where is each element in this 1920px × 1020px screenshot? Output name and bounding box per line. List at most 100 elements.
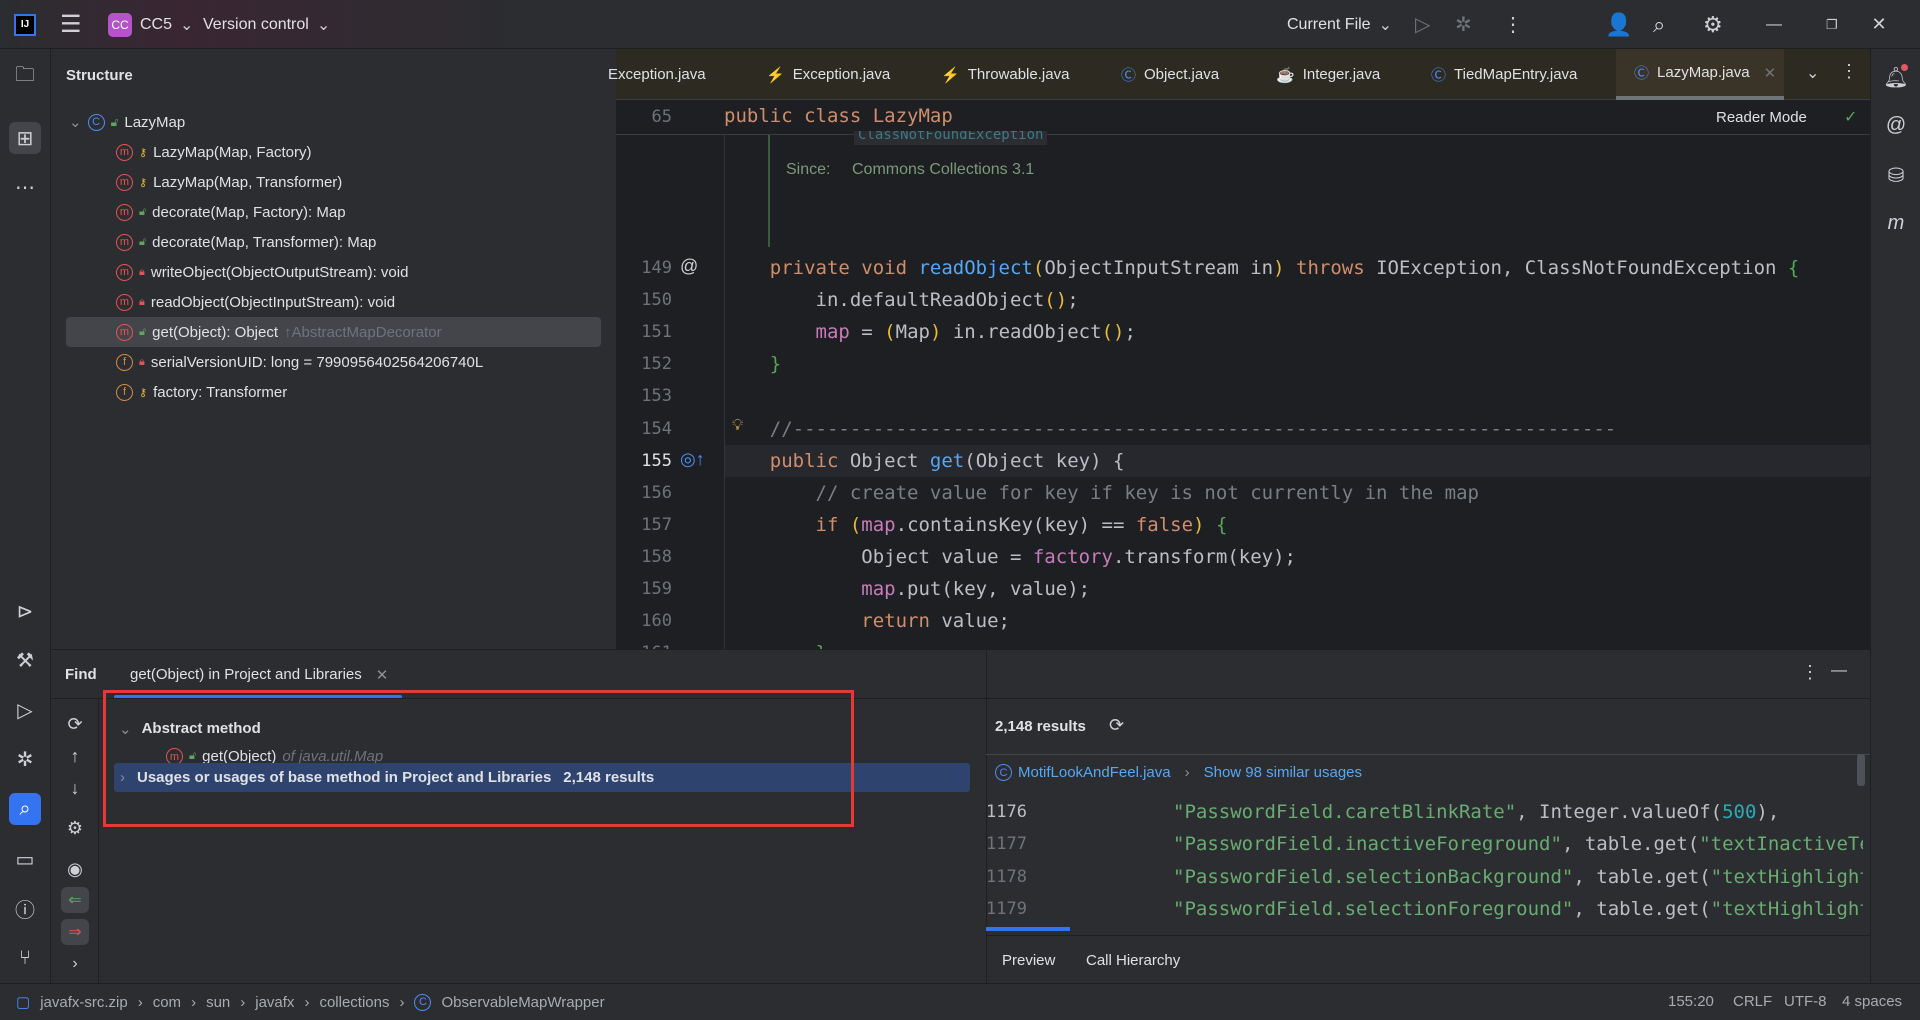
minimize-icon[interactable]: — bbox=[1831, 662, 1847, 680]
structure-icon[interactable]: ⊞ bbox=[9, 122, 41, 154]
structure-item[interactable]: m 🔓︎ get(Object): Object ↑AbstractMapDecora… bbox=[66, 317, 601, 347]
main-menu-icon[interactable]: ☰ bbox=[60, 0, 82, 49]
project-badge: CC bbox=[108, 12, 132, 37]
breadcrumb-item[interactable]: com bbox=[153, 994, 181, 1011]
tab-preview[interactable]: Preview bbox=[1002, 952, 1055, 969]
chevron-down-icon: ⌄ bbox=[316, 16, 331, 34]
vertical-scrollbar[interactable] bbox=[1857, 754, 1865, 786]
tab-integer-java[interactable]: ☕ Integer.java bbox=[1276, 49, 1380, 100]
vcs-label: Version control bbox=[203, 15, 309, 33]
code-line[interactable]: in.defaultReadObject(); bbox=[724, 284, 1079, 316]
reader-mode-button[interactable]: Reader Mode bbox=[1716, 109, 1807, 126]
code-line[interactable]: } bbox=[724, 348, 781, 380]
tabs-dropdown-icon[interactable]: ⌄ bbox=[1806, 63, 1819, 83]
file-name[interactable]: MotifLookAndFeel.java bbox=[1018, 764, 1171, 781]
run-icon[interactable]: ▷ bbox=[9, 694, 41, 726]
more-icon[interactable]: ⋮ bbox=[1801, 662, 1819, 683]
similar-usages-link[interactable]: Show 98 similar usages bbox=[1204, 764, 1362, 781]
notifications-icon[interactable]: 🔔︎ bbox=[1880, 61, 1912, 93]
services-icon[interactable]: ⊳ bbox=[9, 595, 41, 627]
previous-icon[interactable]: ↑ bbox=[59, 740, 91, 772]
structure-item[interactable]: m ⚷ LazyMap(Map, Transformer) bbox=[51, 167, 342, 197]
settings-icon[interactable]: ⚙ bbox=[59, 812, 91, 844]
tab-lazymap-java[interactable]: Ⓒ LazyMap.java ✕ bbox=[1616, 49, 1784, 100]
refresh-icon[interactable]: ⟳ bbox=[1109, 715, 1124, 736]
structure-item[interactable]: f 🔒︎ serialVersionUID: long = 799095640256… bbox=[51, 347, 483, 377]
export-icon[interactable]: ⇒ bbox=[61, 919, 89, 945]
debug-icon[interactable]: ✲ bbox=[9, 743, 41, 775]
preview-icon[interactable]: ◉ bbox=[59, 853, 91, 885]
code-line[interactable]: private void readObject(ObjectInputStrea… bbox=[724, 252, 1800, 284]
rerun-icon[interactable]: ⟳ bbox=[59, 708, 91, 740]
sticky-code[interactable]: public class LazyMap bbox=[724, 105, 953, 127]
find-icon[interactable]: ⌕ bbox=[9, 793, 41, 825]
more-tools-icon[interactable]: ⋯ bbox=[9, 171, 41, 203]
close-icon[interactable]: ✕ bbox=[376, 666, 389, 684]
breadcrumb-item[interactable]: ObservableMapWrapper bbox=[441, 994, 604, 1011]
ai-assistant-icon[interactable]: @ bbox=[1880, 109, 1912, 141]
code-line[interactable]: // create value for key if key is not cu… bbox=[724, 477, 1479, 509]
inspection-ok-icon: ✓ bbox=[1844, 109, 1858, 126]
run-config-selector[interactable]: Current File ⌄ bbox=[1287, 0, 1392, 49]
tab-exception-java[interactable]: Exception.java bbox=[608, 49, 706, 100]
code-line[interactable]: public Object get(Object key) { bbox=[724, 445, 1125, 477]
close-icon[interactable]: ✕ bbox=[1764, 64, 1777, 82]
tab-tiedmapentry-java[interactable]: Ⓒ TiedMapEntry.java bbox=[1431, 49, 1577, 100]
overriding-method-icon[interactable]: ◎↑ bbox=[680, 449, 705, 470]
more-icon[interactable]: ⋮ bbox=[1503, 0, 1523, 49]
code-line[interactable]: map = (Map) in.readObject(); bbox=[724, 316, 1136, 348]
code-line[interactable]: //--------------------------------------… bbox=[724, 413, 1617, 445]
structure-item[interactable]: m 🔓︎ decorate(Map, Factory): Map bbox=[51, 197, 346, 227]
code-line[interactable]: map.put(key, value); bbox=[724, 573, 1090, 605]
indent-setting[interactable]: 4 spaces bbox=[1842, 993, 1902, 1010]
breadcrumb-item[interactable]: collections bbox=[319, 994, 389, 1011]
code-line[interactable]: if (map.containsKey(key) == false) { bbox=[724, 509, 1228, 541]
minimize-icon[interactable]: — bbox=[1766, 0, 1782, 49]
search-icon[interactable]: ⌕ bbox=[1653, 0, 1665, 49]
implements-icon[interactable]: @ bbox=[680, 256, 698, 277]
debug-icon[interactable]: ✲ bbox=[1455, 0, 1472, 49]
breadcrumb-item[interactable]: sun bbox=[206, 994, 230, 1011]
run-icon[interactable]: ▷ bbox=[1415, 0, 1430, 49]
item-label: get(Object): Object bbox=[152, 323, 279, 341]
code-line[interactable]: return value; bbox=[724, 605, 1010, 637]
maven-icon[interactable]: m bbox=[1880, 207, 1912, 239]
code-token: , table.get( bbox=[1573, 865, 1711, 888]
next-icon[interactable]: ↓ bbox=[59, 772, 91, 804]
structure-item[interactable]: m 🔒︎ readObject(ObjectInputStream): void bbox=[51, 287, 395, 317]
structure-item[interactable]: f ⚷ factory: Transformer bbox=[51, 377, 287, 407]
more-icon[interactable]: ⋮ bbox=[1840, 61, 1858, 82]
terminal-icon[interactable]: ▭ bbox=[9, 843, 41, 875]
find-tab[interactable]: get(Object) in Project and Libraries ✕ bbox=[130, 666, 388, 684]
file-encoding[interactable]: UTF-8 bbox=[1784, 993, 1827, 1010]
restore-icon[interactable]: ❐ bbox=[1826, 0, 1838, 49]
build-icon[interactable]: ⚒ bbox=[9, 644, 41, 676]
settings-icon[interactable]: ⚙ bbox=[1703, 0, 1723, 49]
preview-scrollbar[interactable] bbox=[986, 927, 1070, 931]
tree-root[interactable]: ⌄ C 🔓︎ LazyMap bbox=[69, 107, 185, 137]
git-icon[interactable]: ⑂ bbox=[9, 942, 41, 974]
expand-icon[interactable]: › bbox=[59, 948, 91, 980]
project-icon[interactable]: 🗀 bbox=[9, 61, 41, 93]
project-selector[interactable]: CC CC5 ⌄ bbox=[108, 0, 193, 49]
structure-item[interactable]: m 🔓︎ decorate(Map, Transformer): Map bbox=[51, 227, 376, 257]
tab-call-hierarchy[interactable]: Call Hierarchy bbox=[1086, 952, 1180, 969]
app-logo-icon[interactable]: IJ bbox=[14, 0, 36, 49]
structure-item[interactable]: m 🔒︎ writeObject(ObjectOutputStream): void bbox=[51, 257, 408, 287]
tab-object-java[interactable]: Ⓒ Object.java bbox=[1121, 49, 1219, 100]
close-icon[interactable]: ✕ bbox=[1849, 0, 1909, 49]
structure-item[interactable]: m ⚷ LazyMap(Map, Factory) bbox=[51, 137, 311, 167]
tab-exception-java[interactable]: ⚡ Exception.java bbox=[766, 49, 890, 100]
breadcrumb-item[interactable]: javafx-src.zip bbox=[40, 994, 128, 1011]
database-icon[interactable]: ⛁ bbox=[1880, 159, 1912, 191]
caret-position[interactable]: 155:20 bbox=[1668, 993, 1714, 1010]
preview-file-header[interactable]: C MotifLookAndFeel.java › Show 98 similar u… bbox=[995, 764, 1362, 781]
problems-icon[interactable]: ⓘ bbox=[9, 892, 41, 924]
add-user-icon[interactable]: 👤 bbox=[1605, 0, 1632, 49]
line-separator[interactable]: CRLF bbox=[1733, 993, 1772, 1010]
code-line[interactable]: Object value = factory.transform(key); bbox=[724, 541, 1296, 573]
import-icon[interactable]: ⇐ bbox=[61, 887, 89, 913]
tab-throwable-java[interactable]: ⚡ Throwable.java bbox=[941, 49, 1069, 100]
breadcrumb-item[interactable]: javafx bbox=[255, 994, 294, 1011]
vcs-selector[interactable]: Version control ⌄ bbox=[203, 0, 330, 49]
